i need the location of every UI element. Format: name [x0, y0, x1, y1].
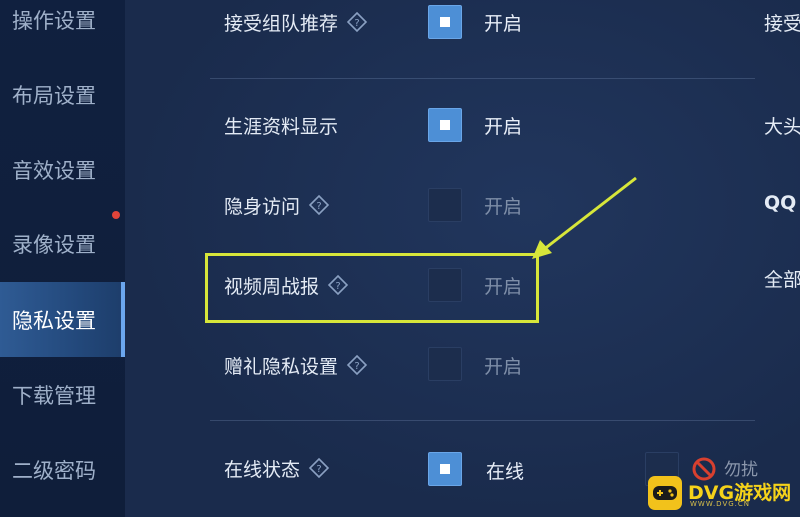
- watermark-url: WWW.DVG.CN: [690, 500, 751, 508]
- annotation-arrow-icon: [532, 176, 637, 259]
- gamepad-icon: [648, 476, 682, 510]
